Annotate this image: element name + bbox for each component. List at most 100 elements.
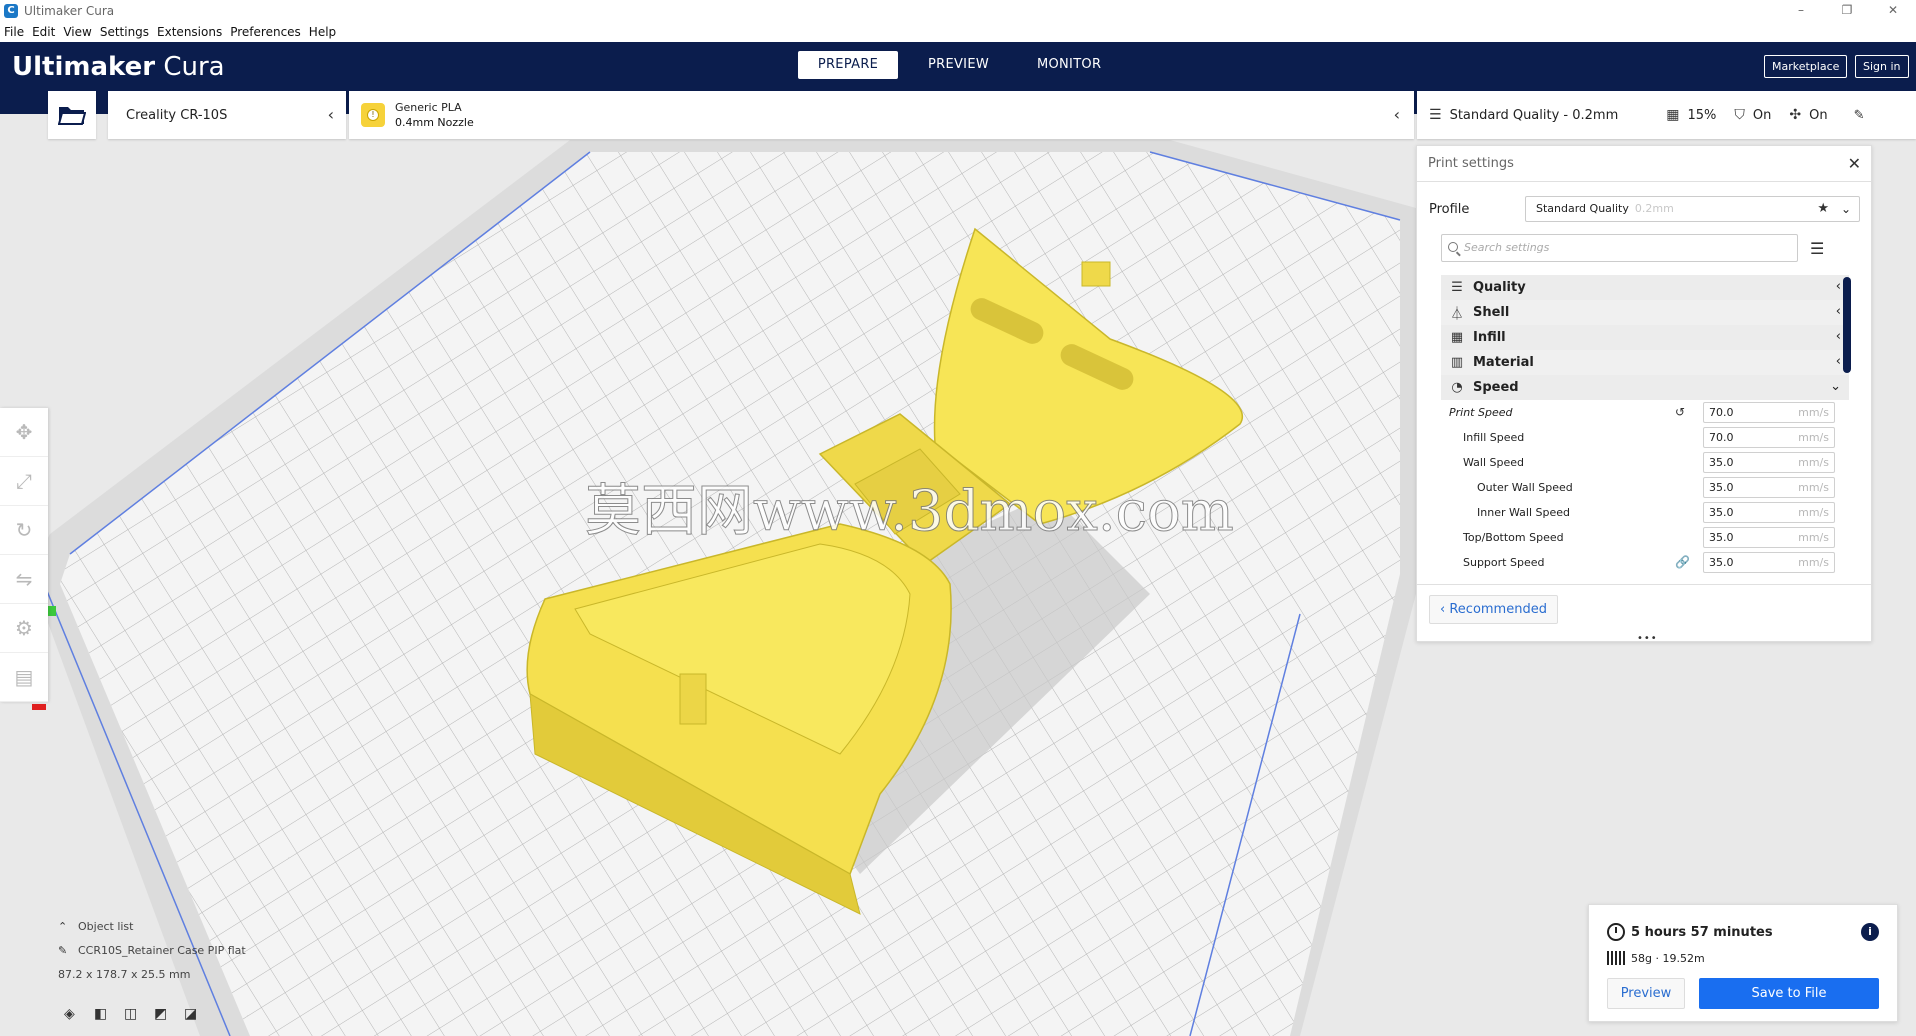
- reset-icon[interactable]: ↺: [1675, 405, 1685, 419]
- setting-value-input[interactable]: 35.0 mm/s: [1703, 477, 1835, 498]
- setting-value-input[interactable]: 70.0 mm/s: [1703, 427, 1835, 448]
- setting-value: 35.0: [1709, 506, 1734, 519]
- per-model-settings-icon[interactable]: ⚙: [0, 604, 48, 653]
- save-to-file-button[interactable]: Save to File: [1699, 978, 1879, 1009]
- menu-settings[interactable]: Settings: [96, 25, 153, 39]
- camera-view-buttons: ◈ ◧ ◫ ◩ ◪: [64, 1006, 200, 1022]
- search-placeholder: Search settings: [1464, 241, 1550, 254]
- mirror-tool-icon[interactable]: ⇋: [0, 555, 48, 604]
- link-icon[interactable]: 🔗: [1675, 555, 1690, 569]
- axis-x-marker: [32, 704, 46, 710]
- object-list-header[interactable]: ⌃ Object list: [58, 920, 246, 933]
- quality-icon: ☰: [1451, 280, 1463, 295]
- quality-icon: ☰: [1429, 107, 1442, 123]
- print-estimate-panel: 5 hours 57 minutes i 58g · 19.52m Previe…: [1588, 904, 1898, 1022]
- setting-unit: mm/s: [1798, 456, 1829, 469]
- quality-summary: ☰ Standard Quality - 0.2mm: [1429, 107, 1618, 123]
- resize-handle-icon[interactable]: •••: [1637, 633, 1658, 644]
- logo-light: Cura: [163, 52, 225, 82]
- settings-scrollbar[interactable]: [1843, 277, 1851, 373]
- setting-row: Inner Wall Speed 35.0 mm/s: [1441, 500, 1849, 525]
- move-tool-icon[interactable]: ✥: [0, 408, 48, 457]
- material-info: Generic PLA 0.4mm Nozzle: [395, 100, 474, 130]
- setting-row: Top/Bottom Speed 35.0 mm/s: [1441, 525, 1849, 550]
- preview-button[interactable]: Preview: [1607, 978, 1685, 1009]
- chevron-left-icon: ‹: [1835, 329, 1841, 344]
- view-front-icon[interactable]: ◧: [94, 1006, 110, 1022]
- axis-y-marker: [48, 606, 56, 616]
- setting-value-input[interactable]: 35.0 mm/s: [1703, 552, 1835, 573]
- print-time: 5 hours 57 minutes: [1607, 923, 1773, 941]
- support-blocker-icon[interactable]: ▤: [0, 653, 48, 702]
- minimize-button[interactable]: –: [1778, 0, 1824, 22]
- view-top-icon[interactable]: ◫: [124, 1006, 140, 1022]
- model-clip: [679, 673, 707, 725]
- setting-value-input[interactable]: 70.0 mm/s: [1703, 402, 1835, 423]
- tab-monitor[interactable]: MONITOR: [1013, 51, 1125, 79]
- star-icon[interactable]: ★: [1817, 197, 1829, 221]
- view-3d-icon[interactable]: ◈: [64, 1006, 80, 1022]
- menu-edit[interactable]: Edit: [28, 25, 59, 39]
- setting-row: Support Speed 🔗 35.0 mm/s: [1441, 550, 1849, 575]
- clock-icon: [1607, 923, 1625, 941]
- print-settings-panel: Print settings ✕ Profile Standard Qualit…: [1416, 145, 1872, 644]
- setting-row: Infill Speed 70.0 mm/s: [1441, 425, 1849, 450]
- object-name-row[interactable]: ✎ CCR10S_Retainer Case PIP flat: [58, 944, 246, 957]
- setting-value-input[interactable]: 35.0 mm/s: [1703, 452, 1835, 473]
- setting-value-input[interactable]: 35.0 mm/s: [1703, 527, 1835, 548]
- close-icon[interactable]: ✕: [1848, 154, 1861, 173]
- search-icon: [1448, 242, 1458, 252]
- category-shell[interactable]: ⏃ Shell ‹: [1441, 300, 1849, 325]
- rotate-tool-icon[interactable]: ↻: [0, 506, 48, 555]
- material-usage-value: 58g · 19.52m: [1631, 951, 1705, 965]
- recommended-button[interactable]: ‹ Recommended: [1429, 595, 1558, 624]
- print-setup-selector[interactable]: ☰ Standard Quality - 0.2mm ▦ 15% ⛉ On ✣ …: [1417, 91, 1916, 139]
- search-row: Search settings ☰: [1441, 234, 1861, 262]
- restore-button[interactable]: ❐: [1824, 0, 1870, 22]
- view-left-icon[interactable]: ◩: [154, 1006, 170, 1022]
- category-quality[interactable]: ☰ Quality ‹: [1441, 275, 1849, 300]
- edit-pencil-icon[interactable]: ✎: [1854, 108, 1865, 123]
- setting-row: Print Speed ↺ 70.0 mm/s: [1441, 400, 1849, 425]
- menu-view[interactable]: View: [59, 25, 95, 39]
- search-input[interactable]: Search settings: [1441, 234, 1798, 262]
- tab-preview[interactable]: PREVIEW: [904, 51, 1013, 79]
- panel-footer: ‹ Recommended •••: [1417, 584, 1871, 644]
- setting-value-input[interactable]: 35.0 mm/s: [1703, 502, 1835, 523]
- quality-value: Standard Quality - 0.2mm: [1449, 107, 1619, 123]
- material-selector[interactable]: ! Generic PLA 0.4mm Nozzle ‹: [349, 91, 1414, 139]
- category-material[interactable]: ▥ Material ‹: [1441, 350, 1849, 375]
- settings-list: ☰ Quality ‹ ⏃ Shell ‹ ▦ Infill ‹ ▥ Mater…: [1441, 275, 1849, 575]
- open-file-button[interactable]: [48, 91, 96, 139]
- printer-selector[interactable]: Creality CR-10S ‹: [108, 91, 346, 139]
- info-icon[interactable]: i: [1861, 923, 1879, 941]
- view-right-icon[interactable]: ◪: [184, 1006, 200, 1022]
- chevron-left-icon: ‹: [1835, 354, 1841, 369]
- adhesion-value: On: [1809, 107, 1828, 123]
- printer-name: Creality CR-10S: [126, 107, 228, 123]
- filament-icon: [1607, 951, 1625, 965]
- tab-prepare[interactable]: PREPARE: [798, 51, 898, 79]
- marketplace-button[interactable]: Marketplace: [1764, 55, 1848, 78]
- setting-row: Outer Wall Speed 35.0 mm/s: [1441, 475, 1849, 500]
- menu-help[interactable]: Help: [305, 25, 340, 39]
- infill-value: 15%: [1687, 107, 1717, 123]
- category-speed[interactable]: ◔ Speed ⌄: [1441, 375, 1849, 400]
- menu-extensions[interactable]: Extensions: [153, 25, 226, 39]
- setting-value: 35.0: [1709, 456, 1734, 469]
- scale-tool-icon[interactable]: ⤢: [0, 457, 48, 506]
- chevron-left-icon: ‹: [327, 105, 334, 124]
- sign-in-button[interactable]: Sign in: [1855, 55, 1909, 78]
- chevron-down-icon: ⌄: [1840, 202, 1851, 216]
- setting-value: 35.0: [1709, 531, 1734, 544]
- category-infill[interactable]: ▦ Infill ‹: [1441, 325, 1849, 350]
- profile-label: Profile: [1429, 201, 1470, 217]
- menu-preferences[interactable]: Preferences: [226, 25, 305, 39]
- profile-dropdown[interactable]: Standard Quality 0.2mm ★ ⌄: [1525, 196, 1860, 222]
- stage-tabs: PREPARE PREVIEW MONITOR: [798, 51, 1125, 79]
- category-label: Speed: [1473, 380, 1519, 395]
- menu-file[interactable]: File: [0, 25, 28, 39]
- close-window-button[interactable]: ✕: [1870, 0, 1916, 22]
- profile-row: Profile Standard Quality 0.2mm ★ ⌄: [1429, 196, 1861, 222]
- settings-menu-icon[interactable]: ☰: [1810, 239, 1824, 258]
